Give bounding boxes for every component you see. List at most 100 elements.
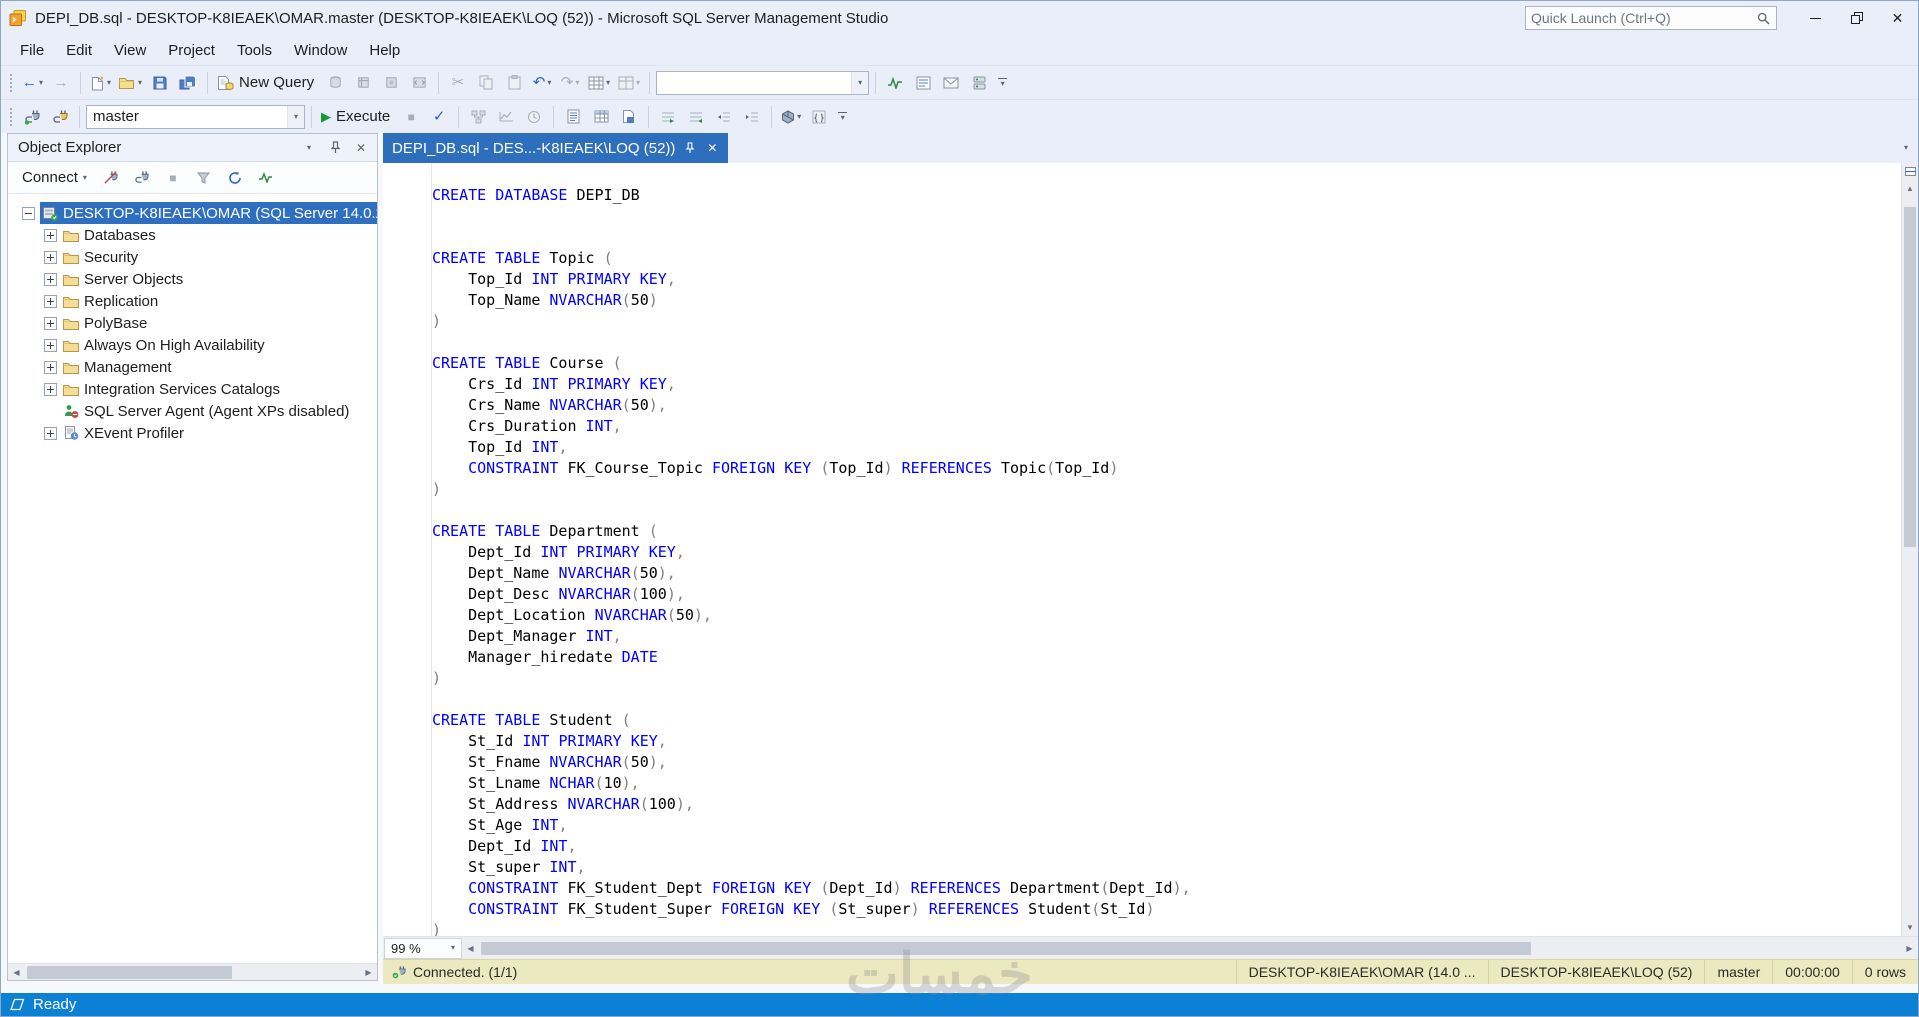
code-line[interactable]: Top_Id INT PRIMARY KEY, bbox=[432, 269, 1901, 290]
pin-icon[interactable] bbox=[683, 141, 697, 155]
code-area[interactable]: CREATE DATABASE DEPI_DB CREATE TABLE Top… bbox=[383, 163, 1901, 936]
code-line[interactable]: CONSTRAINT FK_Student_Super FOREIGN KEY … bbox=[432, 899, 1901, 920]
scrollbar-thumb[interactable] bbox=[27, 965, 232, 979]
undo-button[interactable] bbox=[529, 70, 555, 96]
scroll-up-button[interactable] bbox=[1902, 180, 1918, 197]
scrollbar-thumb[interactable] bbox=[1904, 207, 1916, 547]
tree-item[interactable]: XEvent Profiler bbox=[8, 422, 377, 444]
menu-file[interactable]: File bbox=[9, 37, 55, 64]
toolbar-overflow-button[interactable] bbox=[998, 78, 1007, 88]
code-line[interactable]: St_Age INT, bbox=[432, 815, 1901, 836]
document-dropdown-button[interactable] bbox=[1894, 133, 1918, 163]
code-line[interactable]: ) bbox=[432, 920, 1901, 936]
editor-horizontal-scrollbar[interactable] bbox=[462, 937, 1918, 959]
expander-minus-icon[interactable] bbox=[22, 206, 35, 220]
change-connection-button[interactable] bbox=[47, 104, 73, 130]
code-line[interactable]: Dept_Name NVARCHAR(50), bbox=[432, 563, 1901, 584]
available-databases-combo[interactable]: master bbox=[86, 104, 305, 129]
document-tab[interactable]: DEPI_DB.sql - DES...-K8IEAEK\LOQ (52)) bbox=[383, 133, 729, 163]
toolbar-overflow-button[interactable] bbox=[838, 112, 847, 122]
expander-plus-icon[interactable] bbox=[44, 426, 57, 440]
copy-button[interactable] bbox=[473, 70, 499, 96]
increase-indent-button[interactable] bbox=[739, 104, 765, 130]
code-line[interactable]: ) bbox=[432, 479, 1901, 500]
connect-button[interactable] bbox=[19, 104, 45, 130]
code-line[interactable]: CREATE TABLE Student ( bbox=[432, 710, 1901, 731]
code-line[interactable]: Top_Name NVARCHAR(50) bbox=[432, 290, 1901, 311]
code-line[interactable]: CONSTRAINT FK_Student_Dept FOREIGN KEY (… bbox=[432, 878, 1901, 899]
new-file-button[interactable] bbox=[87, 70, 114, 96]
save-button[interactable] bbox=[147, 70, 173, 96]
open-file-button[interactable] bbox=[116, 70, 145, 96]
combo-dropdown-button[interactable] bbox=[287, 105, 304, 128]
expander-plus-icon[interactable] bbox=[44, 272, 57, 286]
tree-item[interactable]: SQL Server Agent (Agent XPs disabled) bbox=[8, 400, 377, 422]
scroll-down-button[interactable] bbox=[1902, 919, 1918, 936]
estimated-plan-button[interactable] bbox=[465, 104, 491, 130]
code-line[interactable]: Dept_Manager INT, bbox=[432, 626, 1901, 647]
query-designer-button[interactable] bbox=[585, 70, 613, 96]
paste-button[interactable] bbox=[501, 70, 527, 96]
tree-item[interactable]: Management bbox=[8, 356, 377, 378]
menu-view[interactable]: View bbox=[103, 37, 157, 64]
code-line[interactable] bbox=[432, 227, 1901, 248]
scroll-left-button[interactable] bbox=[8, 964, 25, 981]
xmla-query-button[interactable] bbox=[406, 70, 432, 96]
scrollbar-track[interactable] bbox=[1902, 197, 1918, 919]
redo-button[interactable] bbox=[557, 70, 583, 96]
uncomment-button[interactable] bbox=[683, 104, 709, 130]
expander-plus-icon[interactable] bbox=[44, 294, 57, 308]
tree-root-item[interactable]: DESKTOP-K8IEAEK\OMAR (SQL Server 14.0.21… bbox=[8, 202, 377, 224]
tree-item[interactable]: Server Objects bbox=[8, 268, 377, 290]
live-statistics-button[interactable] bbox=[493, 104, 519, 130]
new-query-button[interactable]: New Query bbox=[214, 70, 320, 96]
disconnect-button[interactable] bbox=[98, 165, 124, 191]
pin-button[interactable] bbox=[327, 140, 343, 156]
code-line[interactable] bbox=[432, 689, 1901, 710]
change-connection-button[interactable] bbox=[129, 165, 155, 191]
scrollbar-track[interactable] bbox=[25, 964, 360, 981]
scroll-right-button[interactable] bbox=[360, 964, 377, 981]
menu-project[interactable]: Project bbox=[157, 37, 226, 64]
code-line[interactable] bbox=[432, 332, 1901, 353]
scrollbar-thumb[interactable] bbox=[481, 941, 1531, 955]
intellisense-button[interactable] bbox=[778, 104, 804, 130]
menu-window[interactable]: Window bbox=[283, 37, 358, 64]
scroll-left-button[interactable] bbox=[462, 940, 479, 957]
quick-launch-input[interactable] bbox=[1531, 10, 1755, 26]
decrease-indent-button[interactable] bbox=[711, 104, 737, 130]
code-line[interactable]: Dept_Id INT PRIMARY KEY, bbox=[432, 542, 1901, 563]
minimize-button[interactable] bbox=[1795, 1, 1836, 35]
database-engine-query-button[interactable] bbox=[322, 70, 348, 96]
template-explorer-button[interactable] bbox=[938, 70, 964, 96]
cancel-query-button[interactable] bbox=[398, 104, 424, 130]
code-line[interactable]: Dept_Id INT, bbox=[432, 836, 1901, 857]
scrollbar-track[interactable] bbox=[479, 940, 1901, 957]
expander-plus-icon[interactable] bbox=[44, 338, 57, 352]
client-statistics-button[interactable] bbox=[521, 104, 547, 130]
toolbar-grip[interactable] bbox=[9, 72, 13, 93]
parse-button[interactable] bbox=[426, 104, 452, 130]
refresh-button[interactable] bbox=[222, 165, 248, 191]
code-line[interactable]: Dept_Desc NVARCHAR(100), bbox=[432, 584, 1901, 605]
close-button[interactable] bbox=[1877, 1, 1918, 35]
object-explorer-details-button[interactable] bbox=[910, 70, 936, 96]
cut-button[interactable] bbox=[445, 70, 471, 96]
registered-servers-button[interactable] bbox=[966, 70, 992, 96]
close-tab-button[interactable] bbox=[705, 141, 719, 155]
code-line[interactable]: Crs_Name NVARCHAR(50), bbox=[432, 395, 1901, 416]
expander-plus-icon[interactable] bbox=[44, 316, 57, 330]
scroll-right-button[interactable] bbox=[1901, 940, 1918, 957]
code-line[interactable]: Dept_Location NVARCHAR(50), bbox=[432, 605, 1901, 626]
code-line[interactable]: St_Fname NVARCHAR(50), bbox=[432, 752, 1901, 773]
template-parameters-button[interactable] bbox=[806, 104, 832, 130]
expander-plus-icon[interactable] bbox=[44, 360, 57, 374]
expander-plus-icon[interactable] bbox=[44, 382, 57, 396]
combo-dropdown-button[interactable] bbox=[851, 71, 869, 94]
results-to-grid-button[interactable] bbox=[588, 104, 614, 130]
tree-item[interactable]: Databases bbox=[8, 224, 377, 246]
editor-vertical-scrollbar[interactable] bbox=[1901, 163, 1918, 936]
execute-button[interactable]: Execute bbox=[318, 104, 396, 130]
code-line[interactable]: St_Address NVARCHAR(100), bbox=[432, 794, 1901, 815]
zoom-control[interactable]: 99 % bbox=[384, 937, 462, 959]
